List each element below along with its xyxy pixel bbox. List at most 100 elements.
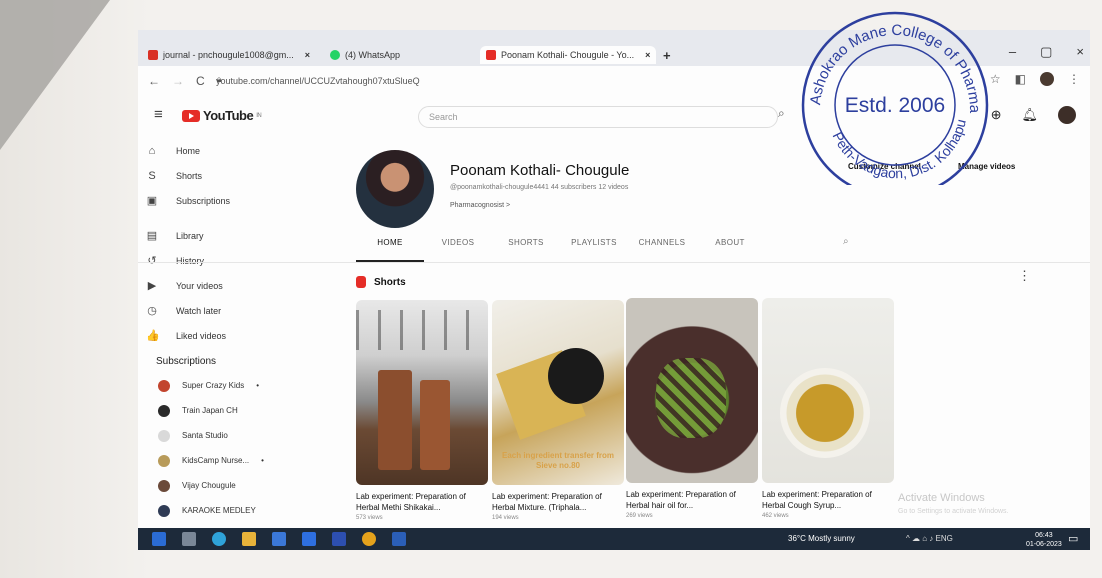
minimize-button[interactable]: – [1009,44,1016,60]
short-title[interactable]: Lab experiment: Preparation of Herbal Me… [356,491,488,513]
short-title[interactable]: Lab experiment: Preparation of Herbal Mi… [492,491,624,513]
tab-label: journal - pnchougule1008@gm... [163,50,294,60]
subscription-item[interactable]: KARAOKE MEDLEY [138,498,268,523]
sidebar-item-watch-later[interactable]: ◷ Watch later [138,298,268,323]
account-avatar[interactable] [1058,106,1076,124]
back-icon[interactable]: ← [148,74,160,88]
weather-widget[interactable]: 36°C Mostly sunny [788,534,855,543]
short-thumbnail[interactable] [762,298,894,483]
tab-about[interactable]: ABOUT [696,238,764,260]
taskbar-clock[interactable]: 06:43 01-06-2023 [1026,531,1062,549]
tabs-divider [138,262,1090,263]
channel-avatar [158,429,170,442]
new-tab-button[interactable]: + [663,48,671,63]
tab-home[interactable]: HOME [356,238,424,262]
stamp-center-text: Estd. 2006 [845,94,945,117]
tab-shorts[interactable]: SHORTS [492,238,560,260]
close-icon[interactable]: × [305,50,310,60]
sidebar-item-library[interactable]: ▤ Library [138,223,268,248]
sidebar-item-shorts[interactable]: S Shorts [138,163,268,188]
url-field[interactable]: youtube.com/channel/UCCUZvtahough07xtuSl… [216,76,420,86]
shorts-icon: S [148,169,156,182]
search-icon[interactable]: ⌕ [778,106,785,121]
tab-playlists[interactable]: PLAYLISTS [560,238,628,260]
short-title[interactable]: Lab experiment: Preparation of Herbal ha… [626,489,758,511]
nav-buttons: ← → C 🔒︎ [148,74,221,88]
search-input[interactable]: Search [418,106,778,128]
short-thumbnail[interactable] [626,298,758,483]
subscription-label: Vijay Chougule [182,481,236,490]
tab-whatsapp[interactable]: (4) WhatsApp × [324,46,496,64]
tab-channels[interactable]: CHANNELS [628,238,696,260]
tab-youtube[interactable]: Poonam Kothali- Chougule - Yo... × [480,46,657,64]
new-content-dot: • [256,381,260,390]
edge-icon[interactable] [212,532,226,546]
subscription-item[interactable]: Santa Studio [138,423,268,448]
shorts-section-heading: Shorts [356,276,406,288]
windows-start-icon[interactable] [152,532,166,546]
sidebar-item-label: Shorts [176,170,203,181]
subscription-item[interactable]: Train Japan CH [138,398,268,423]
tab-videos[interactable]: VIDEOS [424,238,492,260]
youtube-icon [486,50,496,60]
activate-windows-watermark: Activate Windows [898,492,985,504]
menu-kebab-icon[interactable]: ⋮ [1068,72,1080,86]
word-icon[interactable] [392,532,406,546]
subscription-label: Santa Studio [182,431,228,440]
window-controls: – ▢ × [1009,44,1084,60]
tab-journal[interactable]: journal - pnchougule1008@gm... × [142,46,316,64]
short-thumbnail[interactable] [356,300,488,485]
sidebar-item-label: Watch later [176,305,222,316]
hamburger-menu-icon[interactable]: ≡ [154,106,163,123]
forward-icon[interactable]: → [172,74,184,88]
notification-icon[interactable]: ▭ [1068,532,1078,545]
subscriptions-icon: ▣ [146,195,158,207]
new-content-dot: • [261,456,264,465]
system-tray[interactable]: ^ ☁ ⌂ ♪ ENG [906,534,953,543]
channel-description-link[interactable]: Pharmacognosist > [450,202,510,209]
zoom-icon[interactable] [332,532,346,546]
store-icon[interactable] [272,532,286,546]
maximize-button[interactable]: ▢ [1040,44,1052,60]
task-view-icon[interactable] [182,532,196,546]
sidebar-item-history[interactable]: ↺ History [138,248,268,273]
sidebar-panel-icon[interactable]: ◧ [1015,72,1026,86]
close-window-button[interactable]: × [1076,44,1084,60]
channel-avatar-large[interactable] [356,150,434,228]
sidebar-item-liked-videos[interactable]: 👍 Liked videos [138,323,268,348]
more-options-icon[interactable]: ⋮ [1018,268,1031,284]
short-views: 462 views [762,513,789,519]
subscription-item[interactable]: Vijay Chougule [138,473,268,498]
short-card[interactable]: Lab experiment: Preparation of Herbal Co… [762,298,894,519]
sidebar-item-subscriptions[interactable]: ▣ Subscriptions [138,188,268,213]
short-card[interactable]: Lab experiment: Preparation of Herbal ha… [626,298,758,519]
channel-meta: @poonamkothali-chougule4441 44 subscribe… [450,184,629,191]
sidebar-item-label: Your videos [176,280,223,291]
history-icon: ↺ [147,255,157,267]
short-card[interactable]: Each ingredient transfer from Sieve no.8… [492,300,624,521]
short-thumbnail[interactable]: Each ingredient transfer from Sieve no.8… [492,300,624,485]
mail-icon[interactable] [302,532,316,546]
reload-icon[interactable]: C [196,74,205,88]
subscription-item[interactable]: Super Crazy Kids • [138,373,268,398]
channel-avatar [158,504,170,517]
file-explorer-icon[interactable] [242,532,256,546]
channel-avatar [158,479,170,492]
sidebar-item-home[interactable]: ⌂ Home [138,138,268,163]
chrome-icon[interactable] [362,532,376,546]
sidebar-item-label: Library [176,230,204,241]
notifications-bell-icon[interactable]: 🔔︎ [1021,107,1038,123]
your-videos-icon: ▶ [147,280,157,292]
youtube-logo[interactable]: YouTube IN [182,108,262,123]
subscription-item[interactable]: KidsCamp Nurse... • [138,448,268,473]
close-icon[interactable]: × [645,50,650,60]
subscription-label: KidsCamp Nurse... [182,456,250,465]
logo-region: IN [256,112,262,119]
profile-avatar[interactable] [1040,72,1054,86]
activate-windows-hint: Go to Settings to activate Windows. [898,508,1009,515]
sidebar-item-your-videos[interactable]: ▶ Your videos [138,273,268,298]
subscription-label: Super Crazy Kids [182,381,245,390]
short-title[interactable]: Lab experiment: Preparation of Herbal Co… [762,489,894,511]
short-card[interactable]: Lab experiment: Preparation of Herbal Me… [356,300,488,521]
channel-search-icon[interactable]: ⌕ [843,236,849,247]
